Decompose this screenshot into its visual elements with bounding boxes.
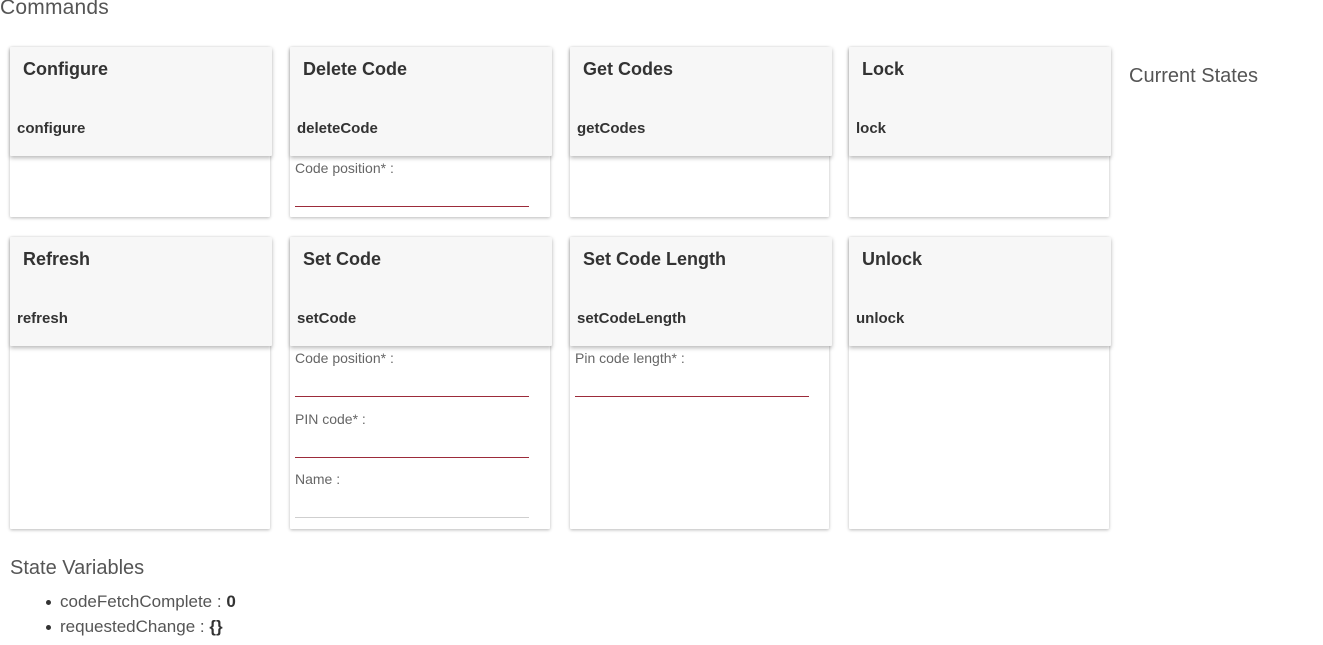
name-input[interactable] (295, 493, 529, 518)
command-title: Get Codes (583, 59, 674, 79)
command-name: lock (856, 120, 887, 137)
command-card-configure: Configure configure (10, 47, 272, 217)
command-name: setCode (297, 310, 357, 327)
state-variable-value: 0 (226, 592, 236, 611)
configure-button[interactable]: Configure configure (10, 47, 272, 156)
refresh-button[interactable]: Refresh refresh (10, 237, 272, 346)
code-position-label: Code position* : (295, 350, 394, 366)
state-variable-separator: : (195, 617, 210, 636)
state-variable-separator: : (212, 592, 227, 611)
command-name: getCodes (577, 120, 646, 137)
command-card-unlock: Unlock unlock (849, 237, 1111, 529)
state-variable-item: codeFetchComplete : 0 (46, 590, 236, 615)
command-title: Set Code Length (583, 249, 726, 269)
command-title: Lock (862, 59, 905, 79)
state-variable-item: requestedChange : {} (46, 615, 236, 640)
set-code-button[interactable]: Set Code setCode (290, 237, 552, 346)
command-name: setCodeLength (577, 310, 687, 327)
command-card-refresh: Refresh refresh (10, 237, 272, 529)
state-variable-value: {} (209, 617, 223, 636)
command-title: Refresh (23, 249, 91, 269)
name-label: Name : (295, 471, 341, 487)
command-title: Configure (23, 59, 108, 79)
command-card-lock: Lock lock (849, 47, 1111, 217)
unlock-button[interactable]: Unlock unlock (849, 237, 1111, 346)
command-name: configure (17, 120, 86, 137)
code-position-input[interactable] (295, 372, 529, 397)
command-card-delete-code: Delete Code deleteCode Code position* : (290, 47, 552, 217)
command-title: Unlock (862, 249, 923, 269)
command-name: deleteCode (297, 120, 378, 137)
commands-title: Commands (0, 0, 109, 19)
state-variable-name: codeFetchComplete (60, 592, 213, 611)
pin-code-field: PIN code* : (295, 411, 529, 458)
name-field: Name : (295, 471, 529, 518)
delete-code-button[interactable]: Delete Code deleteCode (290, 47, 552, 156)
command-card-get-codes: Get Codes getCodes (570, 47, 832, 217)
state-variables-list: codeFetchComplete : 0 requestedChange : … (46, 590, 236, 640)
command-name: refresh (17, 310, 68, 327)
state-variable-name: requestedChange (60, 617, 196, 636)
code-position-label: Code position* : (295, 160, 394, 176)
state-variables-title: State Variables (10, 557, 145, 579)
command-card-set-code-length: Set Code Length setCodeLength Pin code l… (570, 237, 832, 529)
command-name: unlock (856, 310, 905, 327)
get-codes-button[interactable]: Get Codes getCodes (570, 47, 832, 156)
code-position-input[interactable] (295, 182, 529, 207)
device-commands-page: Commands Configure configure Delete Code… (0, 0, 1323, 645)
code-position-field: Code position* : (295, 350, 529, 397)
command-title: Delete Code (303, 59, 408, 79)
command-title: Set Code (303, 249, 382, 269)
pin-code-length-field: Pin code length* : (575, 350, 809, 397)
code-position-field: Code position* : (295, 160, 529, 207)
pin-code-length-label: Pin code length* : (575, 350, 685, 366)
pin-code-length-input[interactable] (575, 372, 809, 397)
set-code-length-button[interactable]: Set Code Length setCodeLength (570, 237, 832, 346)
lock-button[interactable]: Lock lock (849, 47, 1111, 156)
pin-code-label: PIN code* : (295, 411, 366, 427)
pin-code-input[interactable] (295, 433, 529, 458)
current-states-title: Current States (1129, 65, 1258, 87)
command-card-set-code: Set Code setCode Code position* : PIN co… (290, 237, 552, 529)
